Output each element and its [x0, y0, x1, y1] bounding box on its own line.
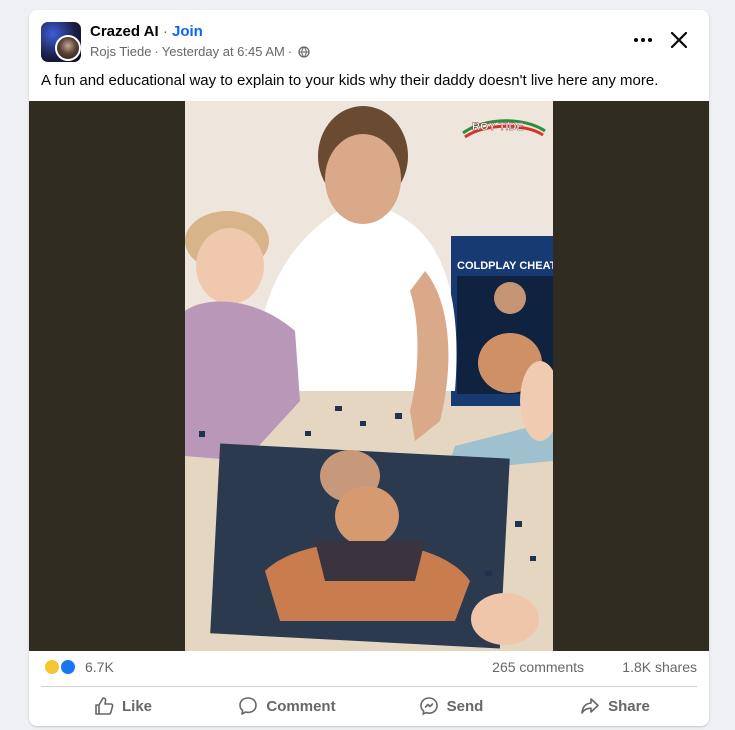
post-header: Crazed AI · Join Rojs Tiede · Yesterday …	[29, 10, 709, 72]
post-stats: 6.7K 265 comments 1.8K shares	[29, 655, 709, 681]
share-label: Share	[608, 697, 650, 715]
comment-count[interactable]: 265 comments	[492, 659, 584, 675]
more-options-icon[interactable]	[629, 30, 657, 50]
comment-button[interactable]: Comment	[205, 690, 369, 722]
author-avatar[interactable]	[55, 35, 81, 61]
meta-separator-2: ·	[287, 44, 293, 59]
post-meta: Rojs Tiede · Yesterday at 6:45 AM ·	[90, 44, 310, 59]
post-caption: A fun and educational way to explain to …	[41, 72, 659, 89]
group-name-link[interactable]: Crazed AI	[90, 23, 159, 40]
post-card: Crazed AI · Join Rojs Tiede · Yesterday …	[29, 10, 709, 726]
actions-divider	[41, 686, 697, 687]
photo-illustration: COLDPLAY CHEATE ROY TIDE	[185, 101, 553, 651]
comment-icon	[239, 697, 258, 715]
like-label: Like	[121, 697, 152, 715]
like-icon	[95, 697, 114, 715]
close-icon[interactable]	[667, 28, 691, 52]
post-actions: Like Comment Send Share	[41, 690, 697, 722]
title-separator: ·	[162, 23, 168, 40]
send-label: Send	[446, 697, 484, 715]
send-button[interactable]: Send	[369, 690, 533, 722]
meta-separator: ·	[154, 44, 159, 59]
post-title-line: Crazed AI · Join	[90, 23, 203, 40]
globe-icon[interactable]	[298, 45, 310, 58]
haha-reaction-icon[interactable]	[43, 658, 61, 676]
box-title: COLDPLAY CHEATE	[457, 260, 553, 272]
share-button[interactable]: Share	[533, 690, 697, 722]
share-count[interactable]: 1.8K shares	[622, 659, 697, 675]
watermark-text: ROY TIDE	[472, 121, 524, 133]
post-timestamp[interactable]: Yesterday at 6:45 AM	[162, 44, 285, 59]
like-button[interactable]: Like	[41, 690, 205, 722]
comment-label: Comment	[266, 697, 336, 715]
share-icon	[581, 698, 599, 714]
post-media[interactable]: COLDPLAY CHEATE ROY TIDE	[29, 101, 709, 651]
author-name-link[interactable]: Rojs Tiede	[90, 44, 151, 59]
like-reaction-icon[interactable]	[59, 658, 77, 676]
send-icon	[419, 697, 438, 716]
reaction-count[interactable]: 6.7K	[85, 659, 114, 675]
join-button[interactable]: Join	[172, 23, 203, 40]
post-photo[interactable]: COLDPLAY CHEATE ROY TIDE	[185, 101, 553, 651]
